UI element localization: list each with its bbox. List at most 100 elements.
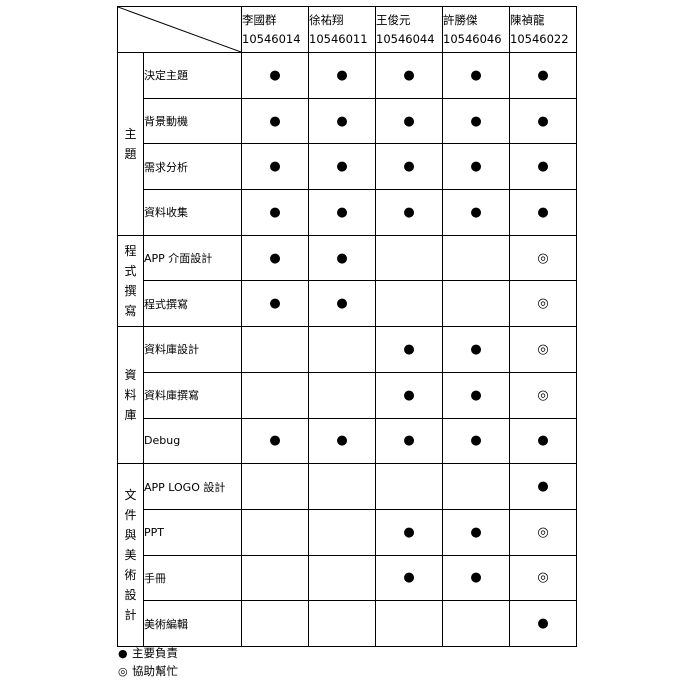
- filled-circle-icon: ●: [241, 417, 309, 465]
- table-row: 資料庫撰寫 ● ● ◎: [118, 371, 577, 419]
- filled-circle-icon: ●: [509, 52, 577, 99]
- category-char: 程: [124, 243, 137, 258]
- category-char: 術: [124, 568, 137, 583]
- filled-circle-icon: ●: [375, 554, 443, 602]
- legend-main-label: 主要負責: [132, 646, 178, 660]
- category-char: 文: [124, 488, 137, 503]
- filled-circle-icon: ●: [241, 52, 309, 99]
- member-id: 10546022: [510, 31, 569, 46]
- empty-cell: [375, 600, 443, 647]
- filled-circle-icon: ●: [375, 97, 443, 145]
- category-char: 與: [124, 528, 137, 543]
- empty-cell: [375, 280, 443, 328]
- filled-circle-icon: ●: [375, 371, 443, 419]
- task-label: 需求分析: [143, 143, 242, 191]
- filled-circle-icon: ●: [509, 189, 577, 236]
- category-char: 撰: [124, 283, 137, 298]
- legend-assist: ◎ 協助幫忙: [118, 663, 178, 679]
- filled-circle-icon: ●: [308, 97, 376, 145]
- filled-circle-icon: ●: [375, 189, 443, 236]
- empty-cell: [308, 554, 376, 602]
- empty-cell: [375, 234, 443, 282]
- filled-circle-icon: ●: [442, 189, 510, 236]
- empty-cell: [308, 508, 376, 556]
- category-cell: 程式撰寫: [117, 234, 144, 328]
- task-label: 程式撰寫: [143, 280, 242, 328]
- filled-circle-icon: ●: [375, 52, 443, 99]
- filled-circle-icon: ●: [509, 600, 577, 647]
- task-label: 手冊: [143, 554, 242, 602]
- filled-circle-icon: ●: [442, 371, 510, 419]
- category-char: 式: [124, 263, 137, 278]
- filled-circle-icon: ●: [509, 463, 577, 510]
- bullseye-circle-icon: ◎: [509, 371, 577, 419]
- empty-cell: [241, 326, 309, 373]
- member-header: 李國群 10546014: [241, 6, 309, 53]
- member-id: 10546046: [443, 31, 502, 46]
- category-cell: 資料庫: [117, 326, 144, 465]
- member-name: 王俊元: [376, 12, 411, 27]
- member-name: 李國群: [242, 12, 277, 27]
- filled-circle-icon: ●: [308, 52, 376, 99]
- category-char: 題: [124, 146, 137, 161]
- table-row: 文件與美術設計 APP LOGO 設計 ●: [117, 463, 577, 647]
- empty-cell: [308, 326, 376, 373]
- filled-circle-icon: ●: [442, 417, 510, 465]
- empty-cell: [308, 463, 376, 510]
- filled-circle-icon: ●: [442, 508, 510, 556]
- task-label: APP LOGO 設計: [143, 463, 242, 510]
- filled-circle-icon: ●: [442, 97, 510, 145]
- category-char: 寫: [124, 303, 137, 318]
- table-row: 資料收集 ● ● ● ● ●: [118, 189, 577, 236]
- task-label: 資料庫撰寫: [143, 371, 242, 419]
- table-row: 需求分析 ● ● ● ● ●: [118, 143, 577, 191]
- filled-circle-icon: ●: [308, 280, 376, 328]
- empty-cell: [241, 463, 309, 510]
- empty-cell: [375, 463, 443, 510]
- category-char: 件: [124, 508, 137, 523]
- category-cell: 文件與美術設計: [117, 463, 144, 647]
- filled-circle-icon: ●: [308, 417, 376, 465]
- task-label: 資料收集: [143, 189, 242, 236]
- filled-circle-icon: ●: [308, 234, 376, 282]
- table-row: 資料庫資料庫設計 ● ● ◎: [117, 326, 577, 465]
- filled-circle-icon: ●: [308, 143, 376, 191]
- category-char: 資: [124, 368, 137, 383]
- table-row: 手冊 ● ● ◎: [118, 554, 577, 602]
- member-header: 陳禎龍 10546022: [509, 6, 577, 53]
- legend-main: ● 主要負責: [118, 645, 178, 661]
- empty-cell: [442, 234, 510, 282]
- filled-circle-icon: ●: [442, 326, 510, 373]
- filled-circle-icon: ●: [241, 280, 309, 328]
- bullseye-circle-icon: ◎: [118, 664, 128, 678]
- bullseye-circle-icon: ◎: [509, 508, 577, 556]
- member-header: 徐祐翔 10546011: [308, 6, 376, 53]
- bullseye-circle-icon: ◎: [509, 234, 577, 282]
- filled-circle-icon: ●: [375, 143, 443, 191]
- bullseye-circle-icon: ◎: [509, 554, 577, 602]
- filled-circle-icon: ●: [442, 143, 510, 191]
- empty-cell: [241, 371, 309, 419]
- table-row: 程式撰寫 APP 介面設計 ● ● ◎: [117, 234, 577, 328]
- filled-circle-icon: ●: [442, 52, 510, 99]
- table-row: 程式撰寫 ● ● ◎: [118, 280, 577, 328]
- empty-cell: [442, 463, 510, 510]
- task-label: Debug: [143, 417, 242, 465]
- member-id: 10546011: [309, 31, 368, 46]
- member-id: 10546044: [376, 31, 435, 46]
- empty-cell: [241, 554, 309, 602]
- filled-circle-icon: ●: [241, 189, 309, 236]
- empty-cell: [442, 280, 510, 328]
- task-label: 決定主題: [143, 52, 242, 99]
- member-header: 王俊元 10546044: [375, 6, 443, 53]
- empty-cell: [241, 600, 309, 647]
- task-label: 背景動機: [143, 97, 242, 145]
- table-body: 主題決定主題 ● ● ● ● ● 背景動機 ● ● ● ● ● 需求分析 ● ● ● ● ● 資料收集 ● ● ● ● ● 程式…: [117, 52, 577, 647]
- member-name: 許勝傑: [443, 12, 478, 27]
- category-char: 美: [124, 548, 137, 563]
- filled-circle-icon: ●: [118, 646, 128, 660]
- table-row: 美術編輯 ●: [118, 600, 577, 647]
- filled-circle-icon: ●: [509, 143, 577, 191]
- member-name: 陳禎龍: [510, 12, 545, 27]
- category-char: 設: [124, 588, 137, 603]
